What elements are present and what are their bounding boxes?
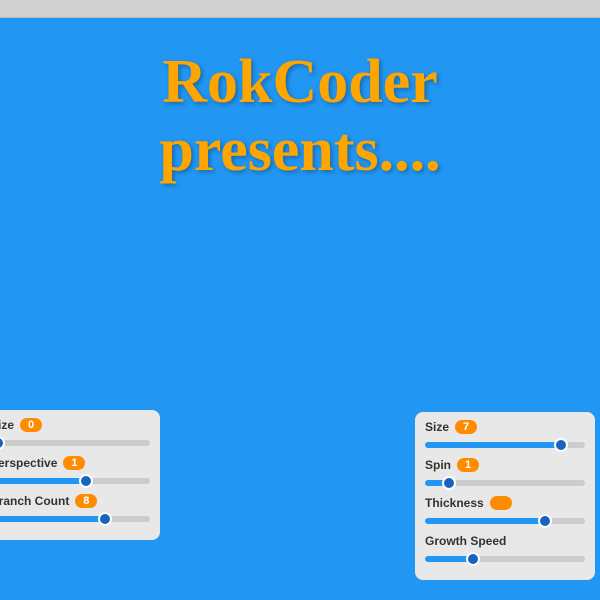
right-spin-value: 1 xyxy=(457,458,479,472)
title-text: RokCoder presents.... xyxy=(0,48,600,184)
title-line2: presents.... xyxy=(0,116,600,184)
left-size-label: Size xyxy=(0,418,14,432)
right-growth-speed-label: Growth Speed xyxy=(425,534,506,548)
right-thickness-label: Thickness xyxy=(425,496,484,510)
left-branch-count-slider[interactable] xyxy=(0,516,150,522)
top-bar xyxy=(0,0,600,18)
right-growth-speed-row: Growth Speed xyxy=(425,534,585,548)
left-size-row: Size 0 xyxy=(0,418,150,432)
left-branch-count-value: 8 xyxy=(75,494,97,508)
left-perspective-label: Perspective xyxy=(0,456,57,470)
right-size-label: Size xyxy=(425,420,449,434)
left-control-panel: Size 0 Perspective 1 Branch Count 8 xyxy=(0,410,160,540)
right-size-value: 7 xyxy=(455,420,477,434)
title-line1: RokCoder xyxy=(0,48,600,116)
right-size-slider[interactable] xyxy=(425,442,585,448)
main-area: RokCoder presents.... Size 0 Perspective… xyxy=(0,18,600,600)
left-perspective-slider[interactable] xyxy=(0,478,150,484)
right-spin-label: Spin xyxy=(425,458,451,472)
left-size-slider[interactable] xyxy=(0,440,150,446)
right-spin-slider[interactable] xyxy=(425,480,585,486)
right-control-panel: Size 7 Spin 1 Thickness ​ xyxy=(415,412,595,580)
right-size-row: Size 7 xyxy=(425,420,585,434)
left-branch-count-label: Branch Count xyxy=(0,494,69,508)
right-growth-speed-slider[interactable] xyxy=(425,556,585,562)
left-branch-count-row: Branch Count 8 xyxy=(0,494,150,508)
right-thickness-value: ​ xyxy=(490,496,512,510)
right-thickness-slider[interactable] xyxy=(425,518,585,524)
left-perspective-value: 1 xyxy=(63,456,85,470)
right-thickness-row: Thickness ​ xyxy=(425,496,585,510)
left-perspective-row: Perspective 1 xyxy=(0,456,150,470)
left-size-value: 0 xyxy=(20,418,42,432)
right-spin-row: Spin 1 xyxy=(425,458,585,472)
